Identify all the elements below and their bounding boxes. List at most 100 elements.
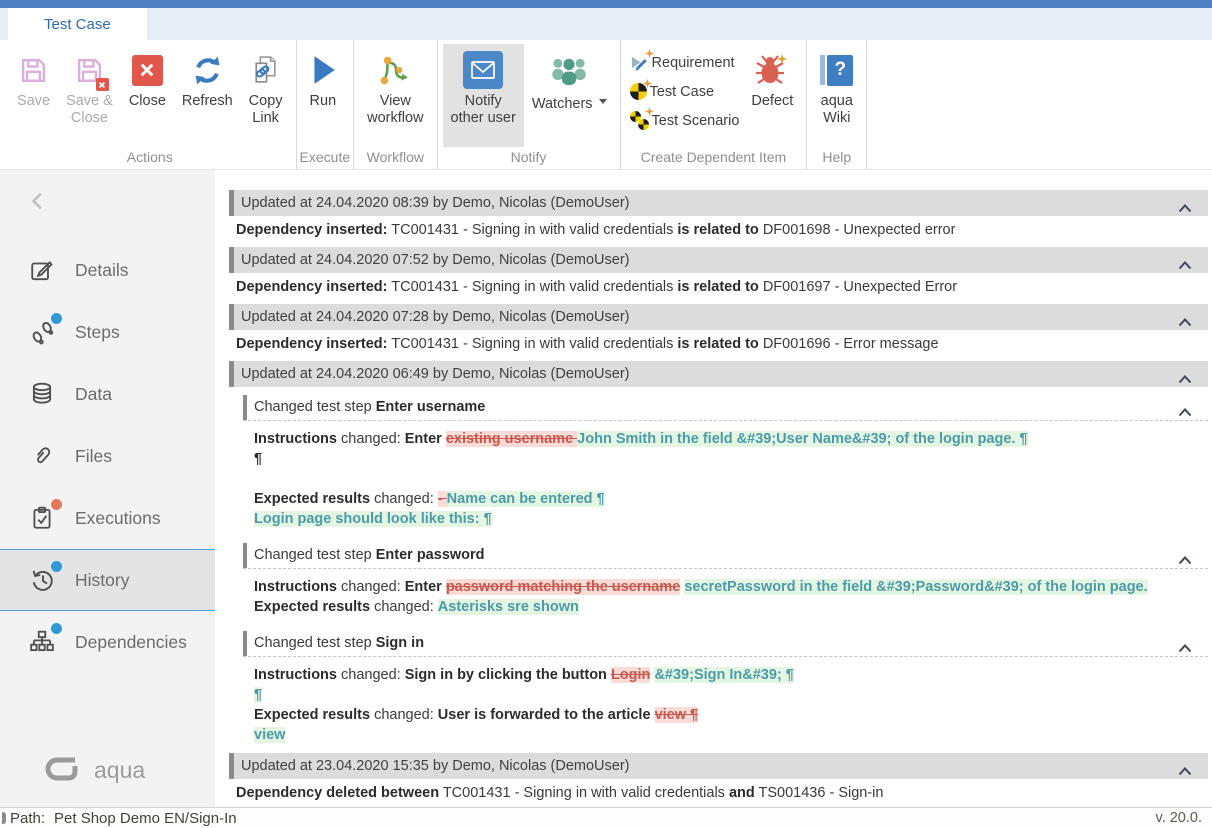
text-segment: Instructions	[254, 667, 337, 683]
requirement-icon	[630, 53, 649, 72]
text-segment: changed:	[370, 491, 438, 507]
sidebar-item-files[interactable]: Files	[0, 425, 215, 487]
history-entry-header[interactable]: Updated at 24.04.2020 07:28 by Demo, Nic…	[229, 304, 1208, 330]
history-entry-header[interactable]: Updated at 24.04.2020 07:52 by Demo, Nic…	[229, 247, 1208, 273]
copy-link-icon	[249, 47, 282, 93]
run-button[interactable]: Run	[302, 44, 345, 147]
text-segment: Enter password	[376, 547, 485, 563]
text-segment: -	[438, 491, 447, 507]
change-line	[254, 469, 1208, 489]
notification-dot-blue	[51, 561, 62, 572]
ribbon-group-workflow: View workflow Workflow	[354, 40, 437, 169]
sidebar-item-details[interactable]: Details	[0, 239, 215, 301]
sidebar-item-label: History	[75, 570, 129, 591]
notification-dot-blue	[51, 623, 62, 634]
aqua-logo-icon	[44, 755, 84, 785]
sidebar-item-history[interactable]: History	[0, 549, 215, 611]
text-segment: changed:	[370, 599, 438, 615]
change-line: Login page should look like this: ¶	[254, 509, 1208, 529]
group-label-create-dependent-item: Create Dependent Item	[624, 147, 804, 169]
sidebar-item-executions[interactable]: Executions	[0, 487, 215, 549]
window-top-strip	[0, 0, 1212, 8]
notify-other-user-button[interactable]: Notify other user	[443, 44, 524, 147]
watchers-label: Watchers	[532, 93, 607, 113]
save-and-close-button: Save & Close	[58, 44, 121, 147]
history-entry-header[interactable]: Updated at 24.04.2020 06:49 by Demo, Nic…	[229, 361, 1208, 387]
sidebar-item-label: Details	[75, 260, 129, 281]
history-entry-header[interactable]: Updated at 24.04.2020 08:39 by Demo, Nic…	[229, 190, 1208, 216]
text-segment: Expected results	[254, 491, 370, 507]
history-entry-title: Updated at 24.04.2020 07:28 by Demo, Nic…	[241, 309, 629, 325]
text-segment: secretPassword in the field &#39;Passwor…	[684, 579, 1147, 595]
text-segment: &#39;Sign In&#39; ¶	[654, 667, 793, 683]
save-button: Save	[9, 44, 58, 147]
refresh-label: Refresh	[182, 93, 233, 110]
requirement-button[interactable]: Requirement	[630, 50, 740, 75]
text-segment: Dependency inserted:	[236, 222, 388, 238]
text-segment: DF001698 - Unexpected error	[759, 222, 956, 238]
document-tabstrip: Test Case	[0, 8, 1212, 40]
text-segment: ¶	[254, 451, 262, 467]
refresh-button[interactable]: Refresh	[174, 44, 241, 147]
view-workflow-button[interactable]: View workflow	[359, 44, 431, 147]
tab-label: Test Case	[44, 16, 111, 33]
collapse-chevron-icon[interactable]	[1178, 759, 1192, 785]
notify-other-user-label: Notify other user	[451, 93, 516, 127]
step-change-header[interactable]: Changed test step Enter username	[243, 395, 1208, 421]
text-segment: Changed test step	[254, 547, 376, 563]
sidebar: Details Steps	[0, 170, 215, 807]
tab-test-case[interactable]: Test Case	[8, 8, 147, 40]
notification-dot-red	[51, 499, 62, 510]
collapse-sidebar-button[interactable]	[0, 170, 215, 217]
ribbon-buttons-actions: Save Save & Close Close	[7, 40, 293, 147]
collapse-chevron-icon[interactable]	[1178, 310, 1192, 336]
test-scenario-label: Test Scenario	[652, 113, 740, 129]
watchers-button[interactable]: Watchers	[524, 44, 615, 147]
text-segment: Instructions	[254, 431, 337, 447]
workflow-icon	[378, 47, 412, 93]
collapse-chevron-icon[interactable]	[1178, 196, 1192, 222]
text-segment: Dependency inserted:	[236, 336, 388, 352]
defect-button[interactable]: Defect	[743, 44, 801, 147]
paperclip-icon	[28, 442, 56, 470]
step-change-header[interactable]: Changed test step Sign in	[243, 631, 1208, 657]
sidebar-item-steps[interactable]: Steps	[0, 301, 215, 363]
history-panel: Updated at 24.04.2020 08:39 by Demo, Nic…	[215, 170, 1212, 807]
text-segment: TC001431 - Signing in with valid credent…	[439, 785, 729, 801]
text-segment: existing username	[446, 431, 577, 447]
text-segment: changed:	[337, 431, 405, 447]
collapse-chevron-icon[interactable]	[1178, 549, 1192, 574]
copy-link-button[interactable]: Copy Link	[241, 44, 291, 147]
test-scenario-button[interactable]: Test Scenario	[630, 108, 740, 133]
collapse-chevron-icon[interactable]	[1178, 401, 1192, 426]
text-segment: Instructions	[254, 579, 337, 595]
collapse-chevron-icon[interactable]	[1178, 367, 1192, 393]
copy-link-label: Copy Link	[249, 93, 283, 127]
save-label: Save	[17, 93, 50, 110]
run-icon	[310, 47, 336, 93]
collapse-chevron-icon[interactable]	[1178, 253, 1192, 279]
close-button[interactable]: Close	[121, 44, 174, 147]
history-entry-header[interactable]: Updated at 23.04.2020 15:35 by Demo, Nic…	[229, 753, 1208, 779]
text-segment: Login page should look like this: ¶	[254, 511, 492, 527]
aqua-wiki-label: aqua Wiki	[821, 93, 853, 127]
text-segment: Login	[611, 667, 650, 683]
change-line: Expected results changed: - Name can be …	[254, 489, 1208, 509]
change-line: Expected results changed: Asterisks sre …	[254, 597, 1208, 617]
text-segment: TS001436 - Sign-in	[755, 785, 884, 801]
text-segment: TC001431 - Signing in with valid credent…	[388, 336, 678, 352]
history-entry-detail: Dependency inserted: TC001431 - Signing …	[229, 216, 1208, 245]
aqua-wiki-button[interactable]: ? aqua Wiki	[812, 44, 861, 147]
text-segment: User is forwarded to the article	[438, 707, 655, 723]
sidebar-item-dependencies[interactable]: Dependencies	[0, 611, 215, 673]
text-segment: view	[254, 727, 285, 743]
sidebar-item-label: Files	[75, 446, 112, 467]
change-line: Instructions changed: Enter password mat…	[254, 577, 1208, 597]
sidebar-item-data[interactable]: Data	[0, 363, 215, 425]
ribbon-buttons-create-dependent: Requirement Test Case Test Scenario	[624, 40, 804, 147]
collapse-chevron-icon[interactable]	[1178, 637, 1192, 662]
ribbon-group-actions: Save Save & Close Close	[4, 40, 297, 169]
test-case-button[interactable]: Test Case	[630, 79, 740, 104]
text-segment: Expected results	[254, 707, 370, 723]
step-change-header[interactable]: Changed test step Enter password	[243, 543, 1208, 569]
